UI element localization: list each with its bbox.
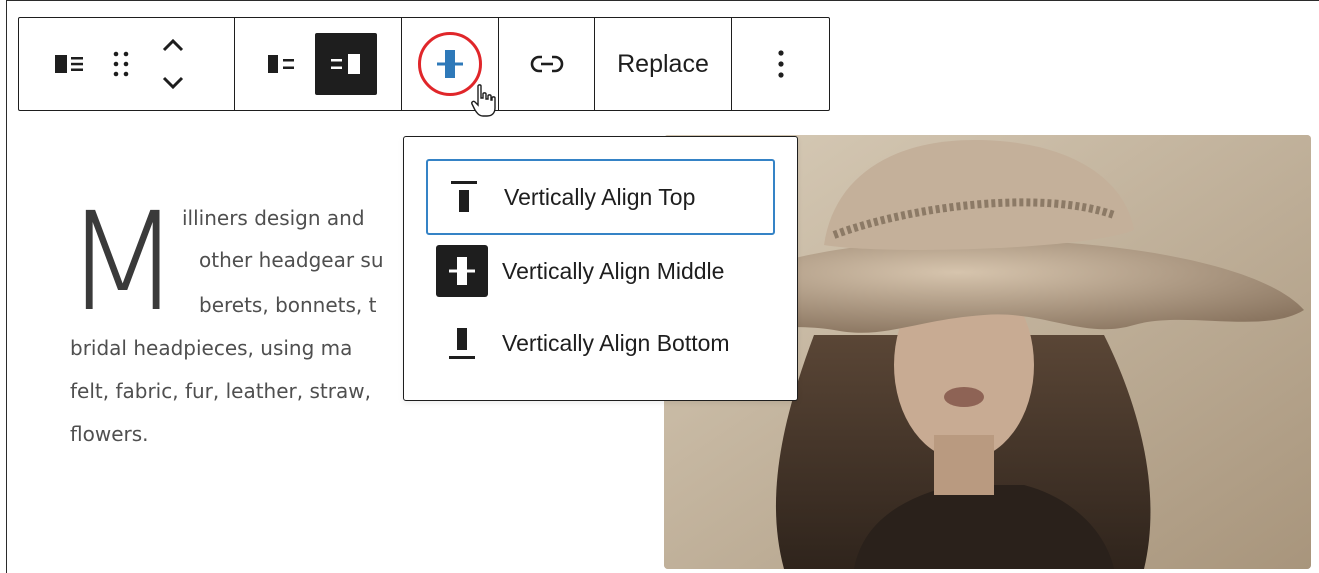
- paragraph-line: other headgear su: [199, 248, 384, 272]
- drop-cap: M: [64, 184, 182, 342]
- drag-handle-button[interactable]: [103, 40, 139, 88]
- paragraph-line: felt, fabric, fur, leather, straw,: [70, 379, 371, 403]
- move-up-button[interactable]: [153, 28, 193, 62]
- block-mover: [153, 28, 193, 100]
- drag-handle-icon: [113, 51, 129, 77]
- vertical-alignment-menu: Vertically Align Top Vertically Align Mi…: [403, 136, 798, 401]
- align-top-icon: [438, 171, 490, 223]
- toolbar-group-media-position: [235, 18, 402, 110]
- toolbar-group-more: [732, 18, 829, 110]
- show-media-right-button[interactable]: [315, 33, 377, 95]
- toolbar-group-block: [19, 18, 235, 110]
- change-vertical-alignment-button[interactable]: [418, 32, 482, 96]
- replace-button[interactable]: Replace: [607, 40, 719, 88]
- more-vertical-icon: [777, 50, 784, 78]
- highlight-circle: [418, 32, 482, 96]
- align-bottom-icon: [436, 317, 488, 369]
- toolbar-group-link: [499, 18, 595, 110]
- paragraph-line: berets, bonnets, t: [199, 293, 377, 317]
- menu-item-label: Vertically Align Middle: [502, 257, 725, 284]
- menu-item-align-middle[interactable]: Vertically Align Middle: [426, 235, 775, 307]
- media-left-icon: [268, 55, 294, 73]
- align-middle-icon: [436, 245, 488, 297]
- media-text-icon: [55, 55, 83, 73]
- chevron-up-icon: [162, 38, 184, 52]
- more-options-button[interactable]: [763, 40, 799, 88]
- menu-item-label: Vertically Align Bottom: [502, 329, 730, 356]
- link-icon: [530, 55, 563, 73]
- toolbar-group-replace: Replace: [595, 18, 732, 110]
- move-down-button[interactable]: [153, 66, 193, 100]
- media-right-icon: [331, 54, 360, 74]
- paragraph-line: illiners design and: [182, 206, 365, 230]
- menu-item-label: Vertically Align Top: [504, 183, 696, 210]
- paragraph-line: bridal headpieces, using ma: [70, 336, 353, 360]
- menu-item-align-top[interactable]: Vertically Align Top: [426, 159, 775, 235]
- block-type-button[interactable]: [45, 40, 93, 88]
- chevron-down-icon: [162, 76, 184, 90]
- block-toolbar: Replace: [18, 17, 830, 111]
- show-media-left-button[interactable]: [259, 40, 303, 88]
- paragraph-line: flowers.: [70, 422, 149, 446]
- toolbar-group-valign: [402, 18, 499, 110]
- paragraph-block[interactable]: M illiners design and other headgear su …: [0, 130, 403, 430]
- menu-item-align-bottom[interactable]: Vertically Align Bottom: [426, 307, 775, 379]
- insert-link-button[interactable]: [523, 40, 571, 88]
